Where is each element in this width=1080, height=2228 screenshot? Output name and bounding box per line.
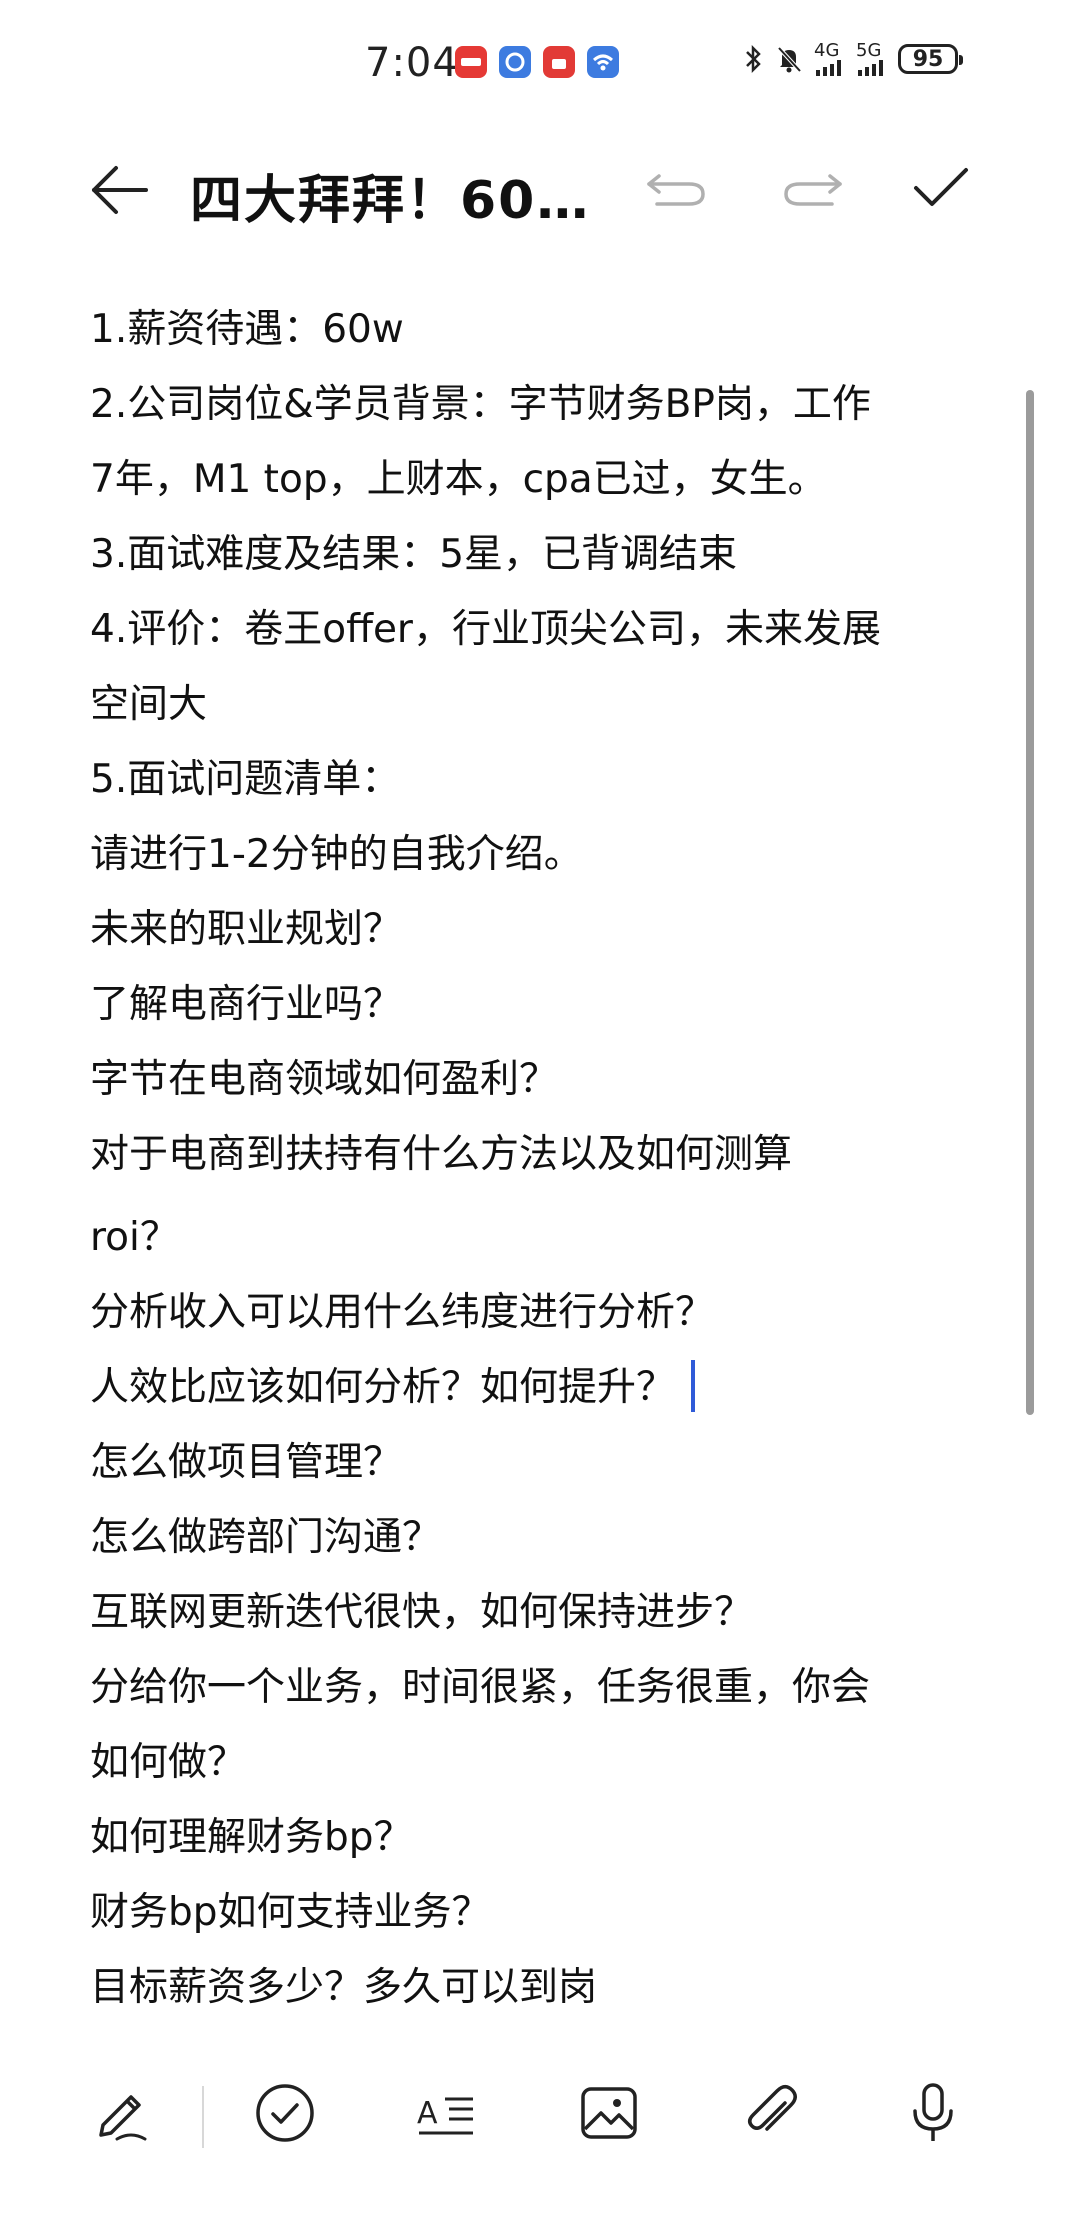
mute-bell-icon <box>777 46 802 73</box>
wifi-share-notification-icon <box>587 46 619 78</box>
signal-bars-icon <box>816 60 841 76</box>
text-line: 财务bp如何支持业务？ <box>90 1890 491 1935</box>
text-line: 对于电商到扶持有什么方法以及如何测算 <box>90 1132 793 1177</box>
text-cursor <box>691 1359 696 1412</box>
redo-button[interactable] <box>780 170 844 210</box>
signal-4g: 4G <box>814 42 846 76</box>
network-4g-label: 4G <box>814 40 840 61</box>
image-icon <box>581 2087 637 2139</box>
checklist-button[interactable] <box>250 2078 320 2148</box>
text-line: 人效比应该如何分析？如何提升？ <box>90 1365 676 1410</box>
text-line: 5.面试问题清单： <box>90 757 401 802</box>
text-line: 如何做？ <box>90 1740 247 1785</box>
done-button[interactable] <box>912 164 970 212</box>
text-format-icon: A <box>417 2096 473 2135</box>
text-line: 请进行1-2分钟的自我介绍。 <box>90 832 583 877</box>
battery-indicator: 95 <box>898 44 963 74</box>
text-line: 目标薪资多少？多久可以到岗 <box>90 1965 598 2010</box>
paperclip-icon <box>748 2085 797 2131</box>
bluetooth-icon <box>746 44 761 74</box>
bottom-toolbar: A <box>0 2060 1080 2180</box>
text-line: 分析收入可以用什么纬度进行分析？ <box>90 1290 715 1335</box>
note-toolbar: 四大拜拜！60… <box>0 140 1080 240</box>
redo-icon <box>784 174 842 206</box>
text-line: 分给你一个业务，时间很紧，任务很重，你会 <box>90 1665 871 1710</box>
text-line: 1.薪资待遇：60w <box>90 307 404 352</box>
back-arrow-icon <box>92 166 148 214</box>
pen-icon <box>99 2095 147 2141</box>
text-line: 字节在电商领域如何盈利？ <box>90 1057 559 1102</box>
battery-level: 95 <box>912 46 944 72</box>
checkmark-icon <box>914 168 968 206</box>
signal-5g: 5G <box>856 42 888 76</box>
app-notification-icon <box>455 46 487 78</box>
text-line: 7年，M1 top，上财本，cpa已过，女生。 <box>90 457 827 502</box>
toolbar-divider <box>202 2086 204 2148</box>
microphone-icon <box>913 2083 953 2141</box>
status-time: 7:04 <box>365 40 459 86</box>
text-line: 互联网更新迭代很快，如何保持进步？ <box>90 1590 754 1635</box>
svg-text:A: A <box>417 2096 438 2131</box>
status-indicators: 4G 5G 95 <box>742 42 963 76</box>
back-button[interactable] <box>88 162 152 218</box>
text-line: 2.公司岗位&学员背景：字节财务BP岗，工作 <box>90 382 871 427</box>
status-bar: 7:04 4G 5G 95 <box>0 0 1080 120</box>
network-5g-label: 5G <box>856 40 882 61</box>
text-line: 3.面试难度及结果：5星，已背调结束 <box>90 532 738 577</box>
handwriting-button[interactable] <box>88 2078 158 2148</box>
note-editor[interactable]: 1.薪资待遇：60w 2.公司岗位&学员背景：字节财务BP岗，工作 7年，M1 … <box>90 292 1010 2025</box>
text-line: 如何理解财务bp？ <box>90 1815 413 1860</box>
text-format-button[interactable]: A <box>412 2078 482 2148</box>
voice-input-button[interactable] <box>898 2078 968 2148</box>
undo-button[interactable] <box>645 170 709 210</box>
text-line: 怎么做跨部门沟通？ <box>90 1515 442 1560</box>
notification-icons <box>455 46 619 78</box>
undo-icon <box>647 174 705 206</box>
text-line: 怎么做项目管理？ <box>90 1440 403 1485</box>
browser-notification-icon <box>499 46 531 78</box>
text-line: 4.评价：卷王offer，行业顶尖公司，未来发展 <box>90 607 881 652</box>
signal-bars-icon <box>858 60 883 76</box>
text-line: 空间大 <box>90 682 208 727</box>
checklist-icon <box>256 2084 314 2142</box>
attachment-button[interactable] <box>736 2078 806 2148</box>
insert-image-button[interactable] <box>574 2078 644 2148</box>
text-line: roi？ <box>90 1215 179 1260</box>
scrollbar[interactable] <box>1026 390 1034 1415</box>
note-title[interactable]: 四大拜拜！60… <box>190 158 590 233</box>
text-line-with-cursor: 人效比应该如何分析？如何提升？ <box>90 1350 1010 1425</box>
text-line: 未来的职业规划？ <box>90 907 403 952</box>
text-line: 了解电商行业吗？ <box>90 982 403 1027</box>
store-notification-icon <box>543 46 575 78</box>
